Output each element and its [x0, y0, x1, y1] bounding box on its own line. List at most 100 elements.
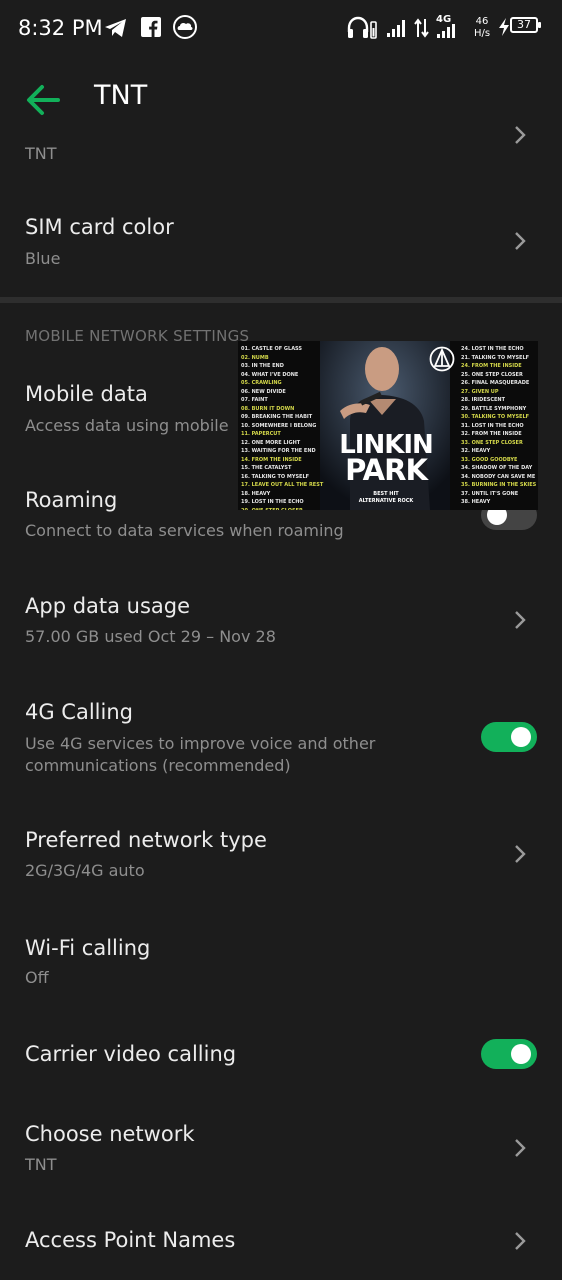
- track-item: 34. SHADOW OF THE DAY: [461, 465, 533, 471]
- track-item: 33. ONE STEP CLOSER: [461, 439, 523, 446]
- track-item: 37. UNTIL IT'S GONE: [461, 490, 519, 497]
- page-title: TNT: [94, 80, 148, 111]
- wifi-calling-row[interactable]: Wi-Fi calling Off: [0, 924, 562, 1004]
- track-item: 06. NEW DIVIDE: [241, 388, 286, 395]
- preferred-network-title: Preferred network type: [25, 828, 267, 852]
- sim-card-color-title: SIM card color: [25, 215, 174, 239]
- track-item: 24. FROM THE INSIDE: [461, 363, 522, 369]
- choose-network-row[interactable]: Choose network TNT: [0, 1110, 562, 1190]
- track-item: 25. ONE STEP CLOSER: [461, 371, 523, 378]
- mobile-data-title: Mobile data: [25, 382, 148, 406]
- track-item: 15. THE CATALYST: [241, 465, 292, 471]
- toggle-knob: [511, 727, 531, 747]
- sim-card-color-row[interactable]: SIM card color Blue: [0, 204, 562, 288]
- band-name: LINKIN PARK: [328, 432, 444, 487]
- charging-icon: [499, 18, 509, 36]
- app-bar: TNT: [0, 62, 562, 138]
- track-item: 29. BATTLE SYMPHONY: [461, 405, 527, 412]
- track-item: 05. CRAWLING: [241, 380, 282, 386]
- roaming-subtitle: Connect to data services when roaming: [25, 521, 344, 540]
- 4g-calling-title: 4G Calling: [25, 700, 133, 724]
- app-data-usage-row[interactable]: App data usage 57.00 GB used Oct 29 – No…: [0, 582, 562, 662]
- headphones-icon: [347, 16, 377, 39]
- wifi-calling-title: Wi-Fi calling: [25, 936, 151, 960]
- 4g-calling-subtitle-line1: Use 4G services to improve voice and oth…: [25, 734, 376, 753]
- track-item: 07. FAINT: [241, 397, 268, 403]
- carrier-name-value: TNT: [25, 144, 57, 163]
- track-item: 34. NOBODY CAN SAVE ME: [461, 473, 536, 480]
- data-arrows-icon: [414, 18, 429, 38]
- track-item: 26. FINAL MASQUERADE: [461, 380, 530, 386]
- back-arrow-icon[interactable]: [24, 82, 64, 118]
- telegram-icon: [105, 19, 126, 37]
- app-data-usage-title: App data usage: [25, 594, 191, 618]
- mobile-data-subtitle: Access data using mobile: [25, 416, 229, 435]
- floating-video-overlay[interactable]: LINKIN PARK BEST HIT ALTERNATIVE ROCK 01…: [238, 341, 538, 510]
- chevron-right-icon: [515, 611, 526, 629]
- battery-icon: 37: [510, 17, 541, 33]
- app-data-usage-subtitle: 57.00 GB used Oct 29 – Nov 28: [25, 627, 276, 646]
- 4g-calling-subtitle-line2: communications (recommended): [25, 756, 291, 775]
- status-time: 8:32 PM: [18, 16, 103, 40]
- access-point-names-row[interactable]: Access Point Names: [0, 1216, 562, 1276]
- carrier-name-row[interactable]: TNT: [0, 126, 562, 178]
- tracklist-left: 01. CASTLE OF GLASS 02. NUMB 03. IN THE EN…: [241, 345, 324, 511]
- speed-unit: H/s: [473, 28, 491, 39]
- track-item: 32. FROM THE INSIDE: [461, 431, 522, 437]
- track-item: 38. HEAVY: [461, 499, 491, 505]
- choose-network-value: TNT: [25, 1155, 57, 1174]
- status-bar: 8:32 PM 4G 46 H/s 37: [0, 0, 562, 58]
- carrier-video-calling-toggle[interactable]: [481, 1039, 537, 1069]
- track-item: 18. HEAVY: [241, 490, 271, 497]
- toggle-knob: [511, 1044, 531, 1064]
- wifi-calling-value: Off: [25, 968, 49, 987]
- track-item: 13. WAITING FOR THE END: [241, 448, 316, 454]
- track-item: 21. TALKING TO MYSELF: [461, 354, 530, 361]
- track-item: 20. ONE STEP CLOSER: [241, 507, 321, 511]
- tracklist-right: 24. LOST IN THE ECHO 21. TALKING TO MYSEL…: [461, 345, 537, 507]
- access-point-names-title: Access Point Names: [25, 1228, 236, 1252]
- linkin-park-logo-icon: [429, 346, 455, 372]
- track-item: 01. CASTLE OF GLASS: [241, 346, 303, 352]
- chevron-right-icon: [515, 845, 526, 863]
- track-item: 03. IN THE END: [241, 363, 284, 369]
- speed-value: 46: [475, 16, 489, 27]
- track-item: 02. NUMB: [241, 354, 269, 361]
- 4g-calling-toggle[interactable]: [481, 722, 537, 752]
- track-item: 17. LEAVE OUT ALL THE REST: [241, 482, 324, 488]
- signal-icon: [387, 20, 405, 37]
- track-item: 11. PAPERCUT: [241, 431, 281, 437]
- cloud-icon: [173, 15, 197, 39]
- track-item: 14. FROM THE INSIDE: [241, 456, 302, 463]
- album-caption-line2: ALTERNATIVE ROCK: [358, 498, 414, 504]
- album-caption-line1: BEST HIT: [373, 491, 399, 497]
- carrier-video-calling-row[interactable]: Carrier video calling: [0, 1030, 562, 1090]
- track-item: 31. LOST IN THE ECHO: [461, 422, 524, 429]
- track-item: 19. LOST IN THE ECHO: [241, 499, 304, 505]
- choose-network-title: Choose network: [25, 1122, 195, 1146]
- track-item: 09. BREAKING THE HABIT: [241, 414, 313, 420]
- preferred-network-row[interactable]: Preferred network type 2G/3G/4G auto: [0, 816, 562, 896]
- 4g-calling-row[interactable]: 4G Calling Use 4G services to improve vo…: [0, 688, 562, 788]
- track-item: 04. WHAT I'VE DONE: [241, 371, 299, 378]
- track-item: 12. ONE MORE LIGHT: [241, 439, 301, 446]
- carrier-video-calling-title: Carrier video calling: [25, 1042, 237, 1066]
- chevron-right-icon: [515, 126, 526, 144]
- track-item: 16. TALKING TO MYSELF: [241, 473, 310, 480]
- track-item: 32. HEAVY: [461, 448, 491, 454]
- section-header: MOBILE NETWORK SETTINGS: [25, 327, 250, 345]
- track-item: 33. GOOD GOODBYE: [461, 456, 518, 463]
- chevron-right-icon: [515, 232, 526, 250]
- track-item: 30. TALKING TO MYSELF: [461, 414, 530, 420]
- section-divider: [0, 297, 562, 303]
- track-item: 35. BURNING IN THE SKIES: [461, 482, 537, 488]
- track-item: 24. LOST IN THE ECHO: [461, 346, 524, 352]
- track-item: 08. BURN IT DOWN: [241, 405, 295, 412]
- track-item: 10. SOMEWHERE I BELONG: [241, 422, 317, 429]
- preferred-network-value: 2G/3G/4G auto: [25, 861, 145, 880]
- chevron-right-icon: [515, 1139, 526, 1157]
- band-name-line2: PARK: [345, 453, 428, 487]
- sim-card-color-value: Blue: [25, 249, 61, 268]
- facebook-icon: [141, 17, 161, 37]
- signal-icon: [437, 24, 455, 38]
